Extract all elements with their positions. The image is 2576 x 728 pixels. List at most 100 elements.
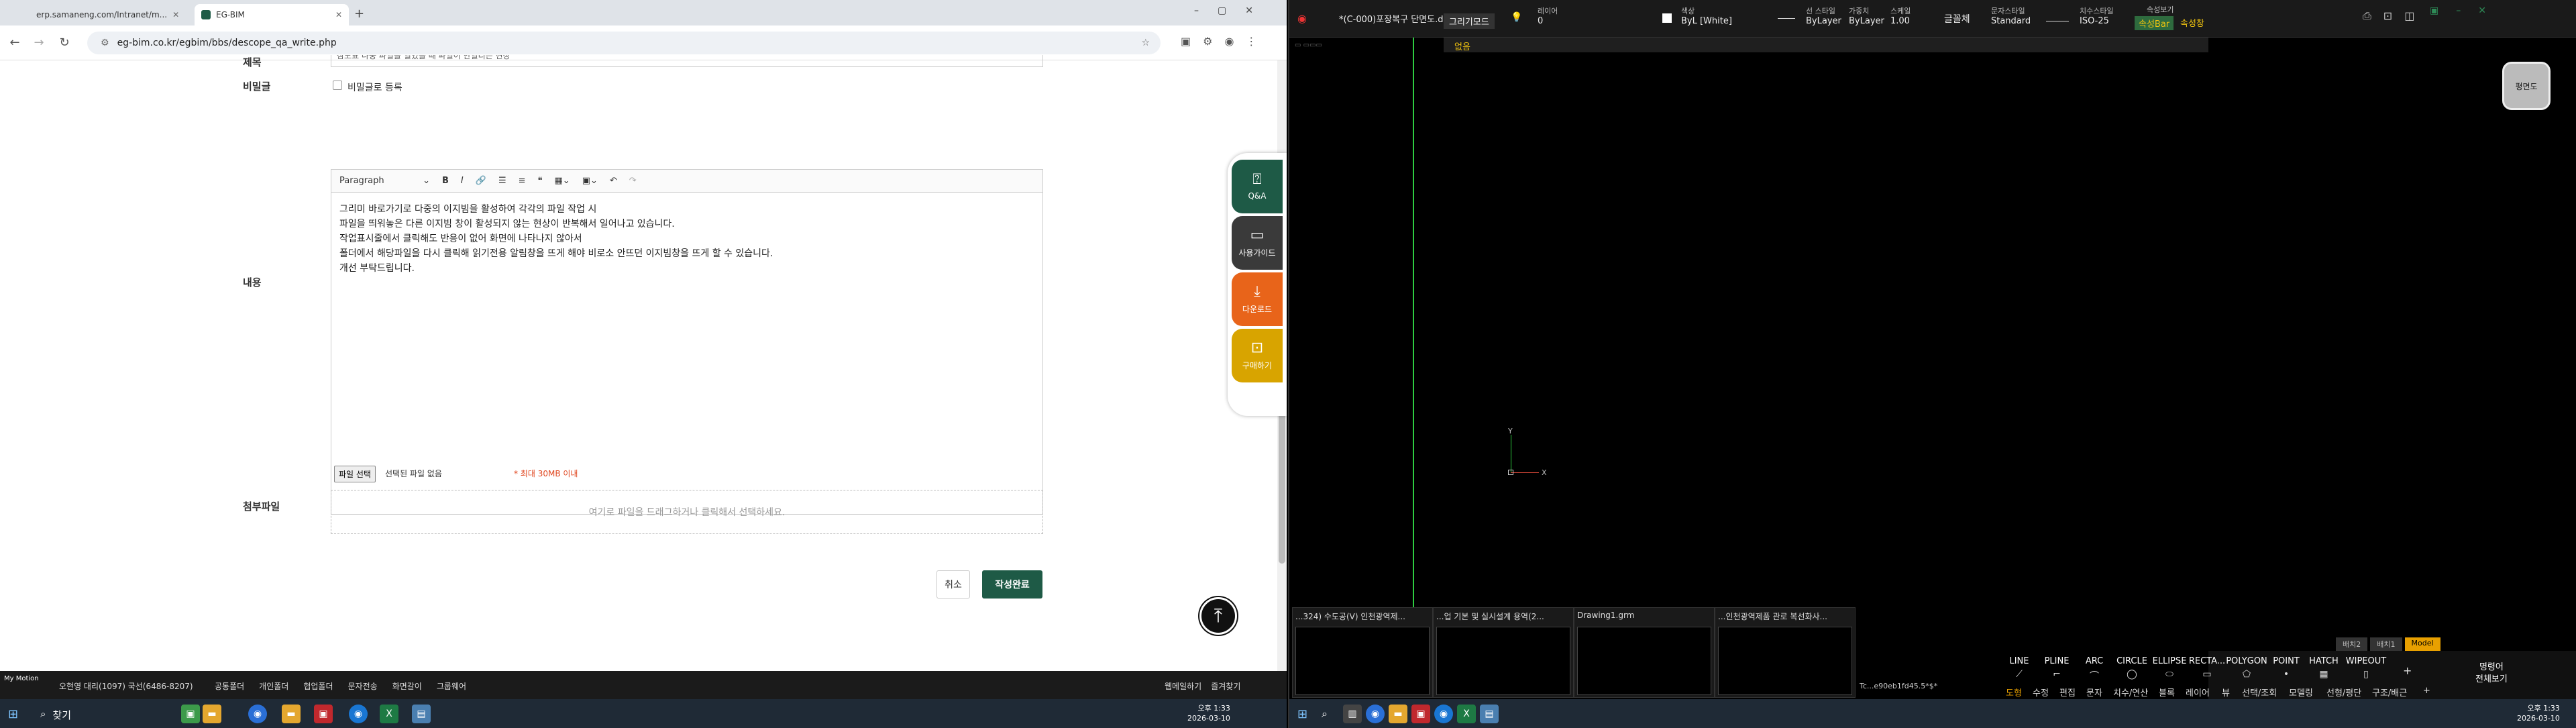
clock-left[interactable]: 오후 1:33 2026-03-10: [1187, 703, 1230, 723]
side-qa-button[interactable]: ⍰ Q&A: [1232, 160, 1283, 213]
tab-model[interactable]: Model: [2404, 637, 2440, 651]
submit-button[interactable]: 작성완료: [982, 570, 1042, 599]
edge-icon[interactable]: ◉: [349, 705, 368, 723]
link-common-folder[interactable]: 공통폴더: [215, 680, 244, 692]
excel-icon[interactable]: X: [380, 705, 398, 723]
add-icon[interactable]: +: [2403, 664, 2412, 677]
link-icon[interactable]: 🔗: [476, 176, 486, 186]
folder-icon[interactable]: ▬: [203, 705, 221, 723]
app-red-icon[interactable]: ▣: [1411, 705, 1430, 723]
link-groupware[interactable]: 그룹웨어: [437, 680, 466, 692]
cad-window-icons[interactable]: ⎙⊡◫: [2363, 9, 2426, 23]
cmd-wipeout[interactable]: WIPEOUT ▯: [2343, 656, 2390, 680]
scale-value[interactable]: 1.00: [1890, 16, 1910, 26]
cad-window-controls[interactable]: ▣–✕: [2430, 5, 2504, 16]
tab-erp[interactable]: erp.samaneng.com/Intranet/m... ✕: [24, 4, 179, 25]
draw-mode-button[interactable]: 그리기모드: [1444, 13, 1495, 29]
clock-right[interactable]: 오후 1:33 2026-03-10: [2517, 703, 2560, 723]
windows-start-icon[interactable]: ⊞: [8, 707, 18, 721]
tab-egbim[interactable]: EG-BIM ✕: [195, 4, 349, 25]
forward-icon[interactable]: →: [31, 35, 47, 51]
my-motion-logo[interactable]: My Motion: [4, 675, 44, 683]
bold-icon[interactable]: B: [442, 176, 449, 186]
link-sms[interactable]: 문자전송: [348, 680, 378, 692]
scroll-top-icon[interactable]: ⤒: [1199, 597, 1237, 635]
menu-edit[interactable]: 편집: [2059, 686, 2076, 698]
cmd-polygon[interactable]: POLYGON ⬠: [2226, 656, 2267, 680]
menu-text[interactable]: 문자: [2086, 686, 2102, 698]
color-value[interactable]: ByL [White]: [1681, 16, 1732, 26]
back-icon[interactable]: ←: [7, 35, 23, 51]
bullet-list-icon[interactable]: ☰: [498, 176, 506, 186]
file-select-button[interactable]: 파일 선택: [334, 466, 376, 482]
link-collab-folder[interactable]: 협업폴더: [303, 680, 333, 692]
window-controls[interactable]: –▢✕: [1194, 5, 1272, 16]
cmd-line[interactable]: LINE ⟋: [2000, 656, 2038, 680]
cancel-button[interactable]: 취소: [936, 570, 970, 599]
close-icon[interactable]: ✕: [172, 10, 179, 19]
thumbnail-4[interactable]: ...인천광역제품 관로 복선화사...: [1715, 607, 1856, 698]
app-blue-icon[interactable]: ▤: [412, 705, 431, 723]
title-input[interactable]: 삼도표 다중 파일을 열었을 때 파일이 안열리는 현상: [331, 55, 1043, 67]
menu-shape[interactable]: 도형: [2006, 686, 2022, 698]
menu-modify[interactable]: 수정: [2033, 686, 2049, 698]
cad-logo-icon[interactable]: ◉: [1297, 12, 1307, 25]
reload-icon[interactable]: ↻: [56, 35, 72, 51]
link-favorites[interactable]: 즐겨찾기: [1211, 680, 1240, 692]
image-icon[interactable]: ▣⌄: [582, 176, 598, 186]
thumbnail-2[interactable]: ...업 기본 및 실시설계 용역(2...: [1433, 607, 1574, 698]
linestyle-value[interactable]: ByLayer: [1806, 16, 1841, 26]
link-personal-folder[interactable]: 개인폴더: [259, 680, 288, 692]
numbered-list-icon[interactable]: ≡: [519, 176, 526, 186]
bookmark-star-icon[interactable]: ☆: [1141, 38, 1150, 48]
editor-content[interactable]: 그리미 바로가기로 다중의 이지빔을 활성하여 각각의 파일 작업 시 파일을 …: [339, 202, 773, 276]
cmd-ellipse[interactable]: ELLIPSE ⬭: [2151, 656, 2188, 680]
cmd-hatch[interactable]: HATCH ▦: [2305, 656, 2343, 680]
attrwindow-button[interactable]: 속성창: [2180, 16, 2204, 29]
url-field[interactable]: ⚙ eg-bim.co.kr/egbim/bbs/descope_qa_writ…: [87, 32, 1161, 54]
taskbar-search[interactable]: ⌕ 찾기: [40, 708, 71, 722]
font-button[interactable]: 글꼴체: [1944, 12, 1970, 25]
chrome-icon[interactable]: ◉: [1366, 705, 1385, 723]
italic-icon[interactable]: I: [461, 176, 464, 186]
secret-checkbox[interactable]: [333, 81, 342, 90]
edge-icon[interactable]: ◉: [1434, 705, 1453, 723]
cmd-point[interactable]: POINT •: [2267, 656, 2305, 680]
task-view-icon[interactable]: ▥: [1343, 705, 1362, 723]
weight-value[interactable]: ByLayer: [1849, 16, 1884, 26]
redo-icon[interactable]: ↷: [629, 176, 637, 186]
menu-view[interactable]: 뷰: [2222, 686, 2230, 698]
textstyle-value[interactable]: Standard: [1991, 16, 2031, 26]
menu-modeling[interactable]: 모델링: [2289, 686, 2313, 698]
side-purchase-button[interactable]: ⊡ 구매하기: [1232, 329, 1283, 382]
thumbnail-3[interactable]: Drawing1.grm: [1574, 607, 1715, 698]
folder-icon[interactable]: ▬: [1389, 705, 1407, 723]
cmd-rectangle[interactable]: RECTA... ▭: [2188, 656, 2226, 680]
thumbnail-1[interactable]: ...324) 수도공(V) 인천광역제...: [1292, 607, 1433, 698]
app-red-icon[interactable]: ▣: [314, 705, 333, 723]
browser-actions-icons[interactable]: ▣⚙◉⋮: [1181, 35, 1269, 48]
menu-layer[interactable]: 레이어: [2186, 686, 2210, 698]
link-webmail[interactable]: 웹메일하기: [1165, 680, 1201, 692]
file-dropzone[interactable]: 여기로 파일을 드래그하거나 클릭해서 선택하세요.: [331, 490, 1043, 534]
cmd-pline[interactable]: PLINE ⌐: [2038, 656, 2076, 680]
color-swatch[interactable]: [1662, 13, 1672, 23]
command-line[interactable]: Tc...e90eb1fd45.5*$*: [1860, 682, 1937, 690]
link-screen[interactable]: 화면갈이: [392, 680, 422, 692]
blockquote-icon[interactable]: ❝: [538, 176, 543, 186]
menu-alignment[interactable]: 선형/평단: [2326, 686, 2361, 698]
content-editor[interactable]: Paragraph ⌄ B I 🔗 ☰ ≡ ❝ ▦⌄ ▣⌄ ↶ ↷ 그리미 바로가…: [331, 169, 1043, 515]
cmd-arc[interactable]: ARC ⌒: [2076, 656, 2113, 682]
tab-layout2[interactable]: 배치2: [2336, 637, 2368, 651]
zoom-extents-button[interactable]: 전체보기: [2475, 674, 2508, 686]
close-icon[interactable]: ✕: [335, 10, 342, 19]
side-download-button[interactable]: ⤓ 다운로드: [1232, 272, 1283, 326]
table-icon[interactable]: ▦⌄: [555, 176, 570, 186]
excel-icon[interactable]: X: [1457, 705, 1476, 723]
layer-value[interactable]: 0: [1538, 16, 1543, 26]
attrbar-button[interactable]: 속성Bar: [2135, 16, 2174, 30]
tab-layout1[interactable]: 배치1: [2370, 637, 2402, 651]
undo-icon[interactable]: ↶: [610, 176, 617, 186]
windows-start-icon[interactable]: ⊞: [1297, 707, 1307, 721]
menu-select[interactable]: 선택/조회: [2242, 686, 2277, 698]
